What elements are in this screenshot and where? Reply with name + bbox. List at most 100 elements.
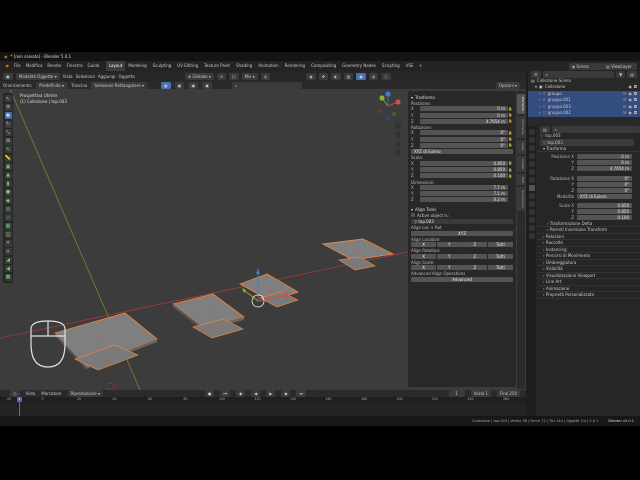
annotate-tool-button[interactable]: ✎ [4,146,12,153]
add-cylinder-tool-button[interactable]: ▮ [4,180,12,187]
align-scale-x-button[interactable]: X [411,265,437,271]
data-properties-tab[interactable] [529,225,535,231]
add-torus-tool-button[interactable]: ◎ [4,205,12,213]
proportional-edit-button[interactable]: ◎ [260,72,271,80]
nav-y-axis[interactable] [379,95,385,101]
next-keyframe-button[interactable]: ◆ [281,390,291,397]
scale-x-field[interactable]: 0.850 [420,160,508,166]
rotation-z-field[interactable]: 0° [420,142,508,148]
gizmo-button[interactable]: ✥ [318,72,329,80]
rotate-tool-button[interactable]: ↻ [4,120,12,128]
object-group-2[interactable] [171,293,246,339]
menu-edit[interactable]: Modifica [23,61,45,71]
mode-selector[interactable]: Modalità Oggetto ▾ [15,72,60,80]
blender-menu-icon[interactable]: ◉ [3,61,12,71]
scene-properties-tab[interactable] [529,161,535,167]
particles-properties-tab[interactable] [529,201,535,207]
add-cube-tool-button[interactable]: ▣ [4,163,12,170]
align-location-all-button[interactable]: Tutti [487,242,513,248]
prop-rotation-mode[interactable]: XYZ di Eulero [577,193,632,199]
lock-icon[interactable]: 🔓 [508,137,513,141]
overlays-button[interactable]: ◐ [331,72,341,80]
prop-scale-z[interactable]: 0.100 [577,215,632,221]
workspace-tab-shading[interactable]: Shading [233,61,255,71]
eye-icon[interactable]: ◉ [628,110,632,117]
navigation-gizmo[interactable] [378,91,401,120]
jump-end-button[interactable]: ⏭ [296,390,307,397]
add-uvsphere-tool-button[interactable]: ● [4,188,12,196]
workspace-tab-uv-editing[interactable]: UV Editing [174,61,201,71]
add-empty-tool-button[interactable]: ✕ [4,239,12,247]
pivot-selector[interactable]: ⊕ Globale ▾ [184,72,214,80]
tab-animation[interactable]: Animazione [517,187,525,211]
add-icosphere-tool-button[interactable]: ◆ [4,197,12,204]
active-object-field[interactable]: ▽ top.003 [411,219,513,225]
object-properties-tab[interactable] [529,185,535,191]
transform-panel-header[interactable]: ▾ Trasforma [411,95,513,100]
xray-button[interactable]: ▥ [343,72,354,80]
view-layer-properties-tab[interactable] [529,153,535,159]
shading-solid-button[interactable]: ● [356,72,366,80]
menu-add[interactable]: Aggiungi [98,74,116,79]
add-light-tool-button[interactable]: ☀ [4,248,12,255]
cursor-tool-button[interactable]: ⊕ [4,103,12,111]
active-object-checkbox[interactable] [411,213,415,218]
dimension-y-field[interactable]: 7.1 m [420,191,508,197]
search-field[interactable]: ⌕ [232,81,303,89]
outliner-new-collection-button[interactable]: ▤ [627,70,637,78]
add-workspace-icon[interactable]: + [417,61,425,71]
workspace-tab-vse[interactable]: VSE [403,61,417,71]
add-camera-tool-button[interactable]: ◢ [4,256,12,264]
prop-rotation-x[interactable]: 0° [577,175,632,181]
workspace-tab-sculpting[interactable]: Sculpting [150,61,175,71]
dimension-z-field[interactable]: 0.2 m [420,197,508,203]
menu-help[interactable]: Guida [85,61,102,71]
measure-tool-button[interactable]: 📏 [4,154,12,162]
pan-view-button[interactable] [394,131,402,139]
add-monkey-tool-button[interactable]: ☺ [4,231,12,238]
snap-toggle[interactable]: ⋂ [229,72,239,80]
material-properties-tab[interactable] [529,233,535,239]
select-mode-set-button[interactable]: ▣ [160,81,171,89]
editor-type-button[interactable]: ▣ [3,72,13,80]
options-dropdown[interactable]: Opzioni ▾ [495,81,520,89]
physics-properties-tab[interactable] [529,209,535,215]
select-mode-extend-button[interactable]: ▣ [174,81,185,89]
lock-icon[interactable]: 🔓 [508,113,513,117]
lock-icon[interactable]: 🔓 [508,131,513,135]
location-y-field[interactable]: 0 m [420,112,508,118]
prop-scale-y[interactable]: 0.850 [577,209,632,214]
scale-y-field[interactable]: 0.850 [420,167,508,173]
prev-keyframe-button[interactable]: ◆ [236,390,246,397]
timeline-editor-type-button[interactable]: ◷ [10,390,20,397]
tab-item[interactable]: Elemento [517,94,525,115]
location-z-field[interactable]: 4.7654 m [420,118,508,124]
align-rotation-y-button[interactable]: Y [436,253,462,259]
align-tools-panel-header[interactable]: ▾ Align Tools [411,207,513,212]
visibility-button[interactable]: ◉ [306,72,316,80]
align-scale-all-button[interactable]: Tutti [487,265,513,271]
add-plane-tool-button[interactable]: ▱ [4,214,12,221]
output-properties-tab[interactable] [529,145,535,151]
prop-location-x[interactable]: 0 m [577,154,632,160]
scale-tool-button[interactable]: ⤡ [4,129,12,136]
modifier-properties-tab[interactable] [529,193,535,199]
location-x-field[interactable]: 0 m [420,106,508,112]
lock-icon[interactable]: 🔓 [508,119,513,123]
3d-viewport[interactable]: ↖ ⊕ ✥ ↻ ⤡ ⊞ ✎ 📏 ▣ ▲ ▮ ● ◆ ◎ ▱ ▦ ☺ ✕ ☀ ◢ … [0,89,526,390]
viewlayer-selector[interactable]: ▤ ViewLayer [603,62,637,70]
camera-view-button[interactable] [394,140,402,148]
timeline-menu-view[interactable]: Vista [26,391,36,396]
transform-tool-button[interactable]: ⊞ [4,137,12,145]
prop-location-z[interactable]: 4.7654 m [577,166,632,172]
tool-properties-tab[interactable] [529,129,535,135]
menu-view[interactable]: Vista [63,74,73,79]
align-location-z-button[interactable]: Z [462,242,488,248]
workspace-tab-texture-paint[interactable]: Texture Paint [201,61,233,71]
workspace-tab-animation[interactable]: Animation [255,61,281,71]
lock-icon[interactable]: 🔓 [508,174,513,178]
align-scale-z-button[interactable]: Z [462,265,488,271]
ortho-toggle-button[interactable] [394,149,402,157]
orientation-selector[interactable]: Predefinito ▾ [36,81,68,89]
outliner-filter-button[interactable]: ▼ [616,70,626,78]
